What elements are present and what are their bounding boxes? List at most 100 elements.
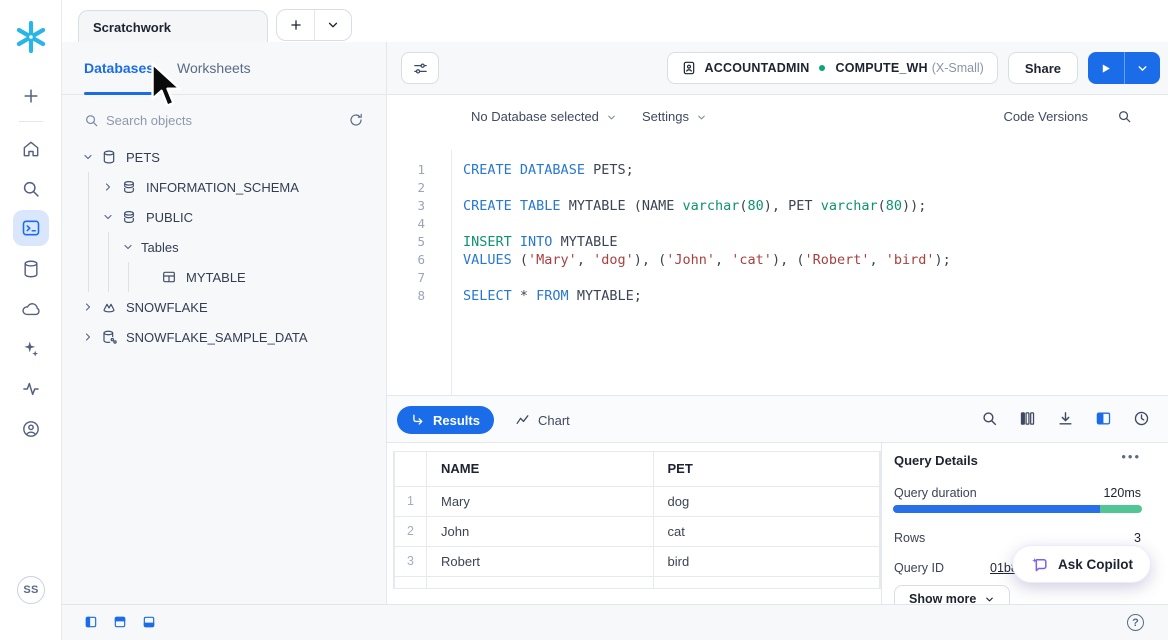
code-line-5[interactable]: 5INSERT INTO MYTABLE — [387, 233, 1168, 251]
code-text — [451, 269, 463, 287]
chevron-right-icon[interactable] — [82, 301, 94, 313]
search-icon[interactable] — [21, 179, 41, 199]
tree-item-mytable[interactable]: MYTABLE — [62, 262, 386, 292]
table-row-partial — [395, 576, 880, 588]
code-line-1[interactable]: 1CREATE DATABASE PETS; — [387, 161, 1168, 179]
worksheet-tab-label: Scratchwork — [93, 20, 171, 35]
data-icon[interactable] — [21, 259, 41, 279]
download-icon[interactable] — [1057, 410, 1074, 427]
tree-item-information_schema[interactable]: INFORMATION_SCHEMA — [62, 172, 386, 202]
ellipsis-menu-icon[interactable]: ••• — [1121, 449, 1141, 464]
tab-databases[interactable]: Databases — [84, 42, 154, 94]
column-header-pet[interactable]: PET — [653, 452, 880, 486]
history-icon[interactable] — [1133, 410, 1150, 427]
code-versions-button[interactable]: Code Versions — [1003, 109, 1088, 124]
table-row[interactable]: 1Marydog — [395, 486, 880, 516]
chevron-down-icon[interactable] — [102, 211, 114, 223]
snowflake-logo-icon[interactable] — [14, 20, 48, 54]
refresh-icon[interactable] — [348, 112, 364, 128]
run-button — [1088, 52, 1160, 84]
cloud-icon[interactable] — [21, 299, 41, 319]
user-avatar[interactable]: SS — [17, 576, 45, 604]
run-options-button[interactable] — [1124, 52, 1161, 84]
code-line-8[interactable]: 8SELECT * FROM MYTABLE; — [387, 287, 1168, 305]
tree-item-snowflake_sample_data[interactable]: SNOWFLAKE_SAMPLE_DATA — [62, 322, 386, 352]
columns-icon[interactable] — [1019, 410, 1036, 427]
projects-worksheets-icon[interactable] — [13, 210, 49, 246]
table-cell[interactable]: bird — [653, 546, 880, 576]
new-worksheet-button[interactable] — [277, 10, 314, 40]
tab-worksheets[interactable]: Worksheets — [177, 42, 251, 94]
table-row[interactable]: 3Robertbird — [395, 546, 880, 576]
toggle-bottom-panel-icon[interactable] — [142, 615, 156, 629]
sidebar-tabs: Databases Worksheets — [62, 42, 386, 95]
share-button[interactable]: Share — [1008, 52, 1078, 84]
active-tab-underline — [84, 92, 158, 95]
code-line-3[interactable]: 3CREATE TABLE MYTABLE (NAME varchar(80),… — [387, 197, 1168, 215]
home-icon[interactable] — [21, 139, 41, 159]
editor-search-icon[interactable] — [1117, 109, 1132, 124]
table-cell[interactable]: cat — [653, 516, 880, 546]
table-cell[interactable]: Mary — [427, 486, 654, 516]
object-search[interactable]: Search objects — [62, 108, 386, 136]
run-play-button[interactable] — [1088, 52, 1124, 84]
help-button[interactable]: ? — [1127, 614, 1144, 631]
sliders-icon — [412, 60, 429, 77]
code-line-2[interactable]: 2 — [387, 179, 1168, 197]
toggle-left-panel-icon[interactable] — [84, 615, 98, 629]
tab-results[interactable]: Results — [397, 406, 494, 434]
tree-item-snowflake[interactable]: SNOWFLAKE — [62, 292, 386, 322]
column-header-name[interactable]: NAME — [427, 452, 654, 486]
table-row[interactable]: 2Johncat — [395, 516, 880, 546]
filters-button[interactable] — [401, 52, 439, 84]
tree-item-label: MYTABLE — [186, 270, 246, 285]
tree-item-public[interactable]: PUBLIC — [62, 202, 386, 232]
activity-icon[interactable] — [21, 379, 41, 399]
code-line-4[interactable]: 4 — [387, 215, 1168, 233]
ask-copilot-button[interactable]: Ask Copilot — [1012, 545, 1151, 583]
table-cell[interactable]: dog — [653, 486, 880, 516]
tab-chart[interactable]: Chart — [515, 406, 570, 434]
show-more-button[interactable]: Show more — [894, 585, 1010, 604]
sql-editor[interactable]: No Database selected Settings Code Versi… — [387, 95, 1168, 395]
status-bar: ? — [62, 604, 1168, 640]
results-search-icon[interactable] — [981, 410, 998, 427]
line-number: 5 — [387, 233, 451, 251]
chevron-right-icon[interactable] — [102, 181, 114, 193]
results-table-head: NAMEPET — [395, 452, 880, 486]
chevron-down-icon — [1136, 62, 1149, 75]
chevron-down-icon[interactable] — [82, 151, 94, 163]
create-new-icon[interactable] — [21, 86, 41, 106]
line-number: 6 — [387, 251, 451, 269]
line-number: 2 — [387, 179, 451, 197]
results-table-body: 1Marydog2Johncat3Robertbird — [395, 486, 880, 588]
code-text: CREATE TABLE MYTABLE (NAME varchar(80), … — [451, 197, 926, 215]
database-selector[interactable]: No Database selected — [471, 109, 617, 124]
schema-icon — [121, 209, 137, 225]
toggle-top-panel-icon[interactable] — [113, 615, 127, 629]
code-lines[interactable]: 1CREATE DATABASE PETS;23CREATE TABLE MYT… — [387, 161, 1168, 305]
settings-menu[interactable]: Settings — [642, 109, 707, 124]
context-selector[interactable]: ACCOUNTADMIN COMPUTE_WH (X-Small) — [667, 52, 998, 84]
worksheet-main: ACCOUNTADMIN COMPUTE_WH (X-Small) Share — [386, 42, 1168, 604]
chevron-right-icon[interactable] — [82, 331, 94, 343]
table-cell[interactable]: John — [427, 516, 654, 546]
tree-item-label: INFORMATION_SCHEMA — [146, 180, 299, 195]
tab-list-button[interactable] — [314, 10, 351, 40]
tree-item-pets[interactable]: PETS — [62, 142, 386, 172]
worksheet-tab[interactable]: Scratchwork — [78, 10, 268, 43]
chevron-down-icon[interactable] — [122, 241, 134, 253]
tree-item-tables[interactable]: Tables — [62, 232, 386, 262]
table-cell[interactable]: Robert — [427, 546, 654, 576]
results-table[interactable]: NAMEPET 1Marydog2Johncat3Robertbird — [393, 451, 881, 589]
code-line-6[interactable]: 6VALUES ('Mary', 'dog'), ('John', 'cat')… — [387, 251, 1168, 269]
split-view-icon[interactable] — [1095, 410, 1112, 427]
query-duration-value: 120ms — [1103, 486, 1141, 500]
worksheet-toolbar: ACCOUNTADMIN COMPUTE_WH (X-Small) Share — [387, 42, 1168, 95]
ai-ml-icon[interactable] — [21, 339, 41, 359]
code-line-7[interactable]: 7 — [387, 269, 1168, 287]
duration-bar-other — [1100, 505, 1142, 513]
rail-divider — [19, 121, 43, 122]
line-number: 3 — [387, 197, 451, 215]
admin-icon[interactable] — [21, 419, 41, 439]
